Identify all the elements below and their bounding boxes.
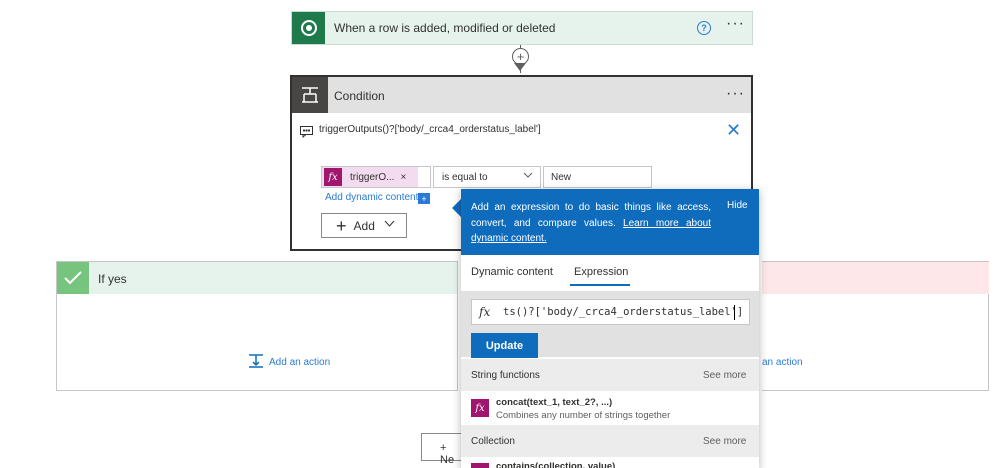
expression-input[interactable]: fx ts()?['body/_crca4_orderstatus_label'… <box>471 299 750 325</box>
if-yes-header[interactable]: If yes <box>57 262 457 294</box>
chevron-down-icon <box>522 169 534 184</box>
function-icon: fx <box>471 399 489 417</box>
trigger-more-icon[interactable]: ··· <box>726 16 745 32</box>
function-item[interactable]: fx concat(text_1, text_2?, ...) Combines… <box>461 391 759 425</box>
popup-pointer <box>452 199 461 217</box>
tab-expression[interactable]: Expression <box>574 266 628 278</box>
text-cursor <box>734 305 735 320</box>
function-icon <box>471 463 489 468</box>
condition-header[interactable]: Condition ··· <box>292 77 751 113</box>
help-circle-icon[interactable]: ? <box>697 21 711 35</box>
expression-input-value: ts()?['body/_crca4_orderstatus_label'] <box>503 306 744 318</box>
expression-editor-area: fx ts()?['body/_crca4_orderstatus_label'… <box>461 291 759 358</box>
hide-link[interactable]: Hide <box>727 200 748 211</box>
if-yes-branch: If yes Add an action <box>56 261 458 391</box>
checkmark-icon <box>57 262 89 294</box>
see-more-link[interactable]: See more <box>703 370 746 381</box>
operator-dropdown[interactable]: is equal to <box>433 166 541 188</box>
close-icon[interactable]: ✕ <box>726 121 741 139</box>
add-dynamic-content-icon[interactable]: + <box>418 193 430 204</box>
condition-icon <box>292 77 328 113</box>
section-title: Collection <box>471 436 515 447</box>
function-name[interactable]: contains(collection, value) <box>496 461 615 468</box>
if-yes-add-action-link[interactable]: Add an action <box>269 357 330 368</box>
right-operand-field[interactable]: New <box>543 166 652 188</box>
function-icon: fx <box>324 168 342 186</box>
function-icon: fx <box>479 305 491 319</box>
popup-info-banner: Add an expression to do basic things lik… <box>461 189 759 255</box>
new-step-button[interactable]: + Ne <box>421 433 463 466</box>
trigger-card[interactable]: When a row is added, modified or deleted… <box>291 11 753 45</box>
popup-info-text: Add an expression to do basic things lik… <box>471 202 711 244</box>
if-no-branch: an action <box>762 261 989 391</box>
tab-dynamic-content[interactable]: Dynamic content <box>471 266 553 278</box>
condition-more-icon[interactable]: ··· <box>726 86 745 102</box>
function-name: concat(text_1, text_2?, ...) <box>496 397 613 408</box>
add-button[interactable]: + Add <box>321 213 407 238</box>
condition-expression-label: triggerOutputs()?['body/_crca4_orderstat… <box>319 124 541 135</box>
comment-icon[interactable] <box>300 125 313 143</box>
plus-icon: + <box>336 215 347 236</box>
dataverse-icon <box>292 12 325 44</box>
see-more-link[interactable]: See more <box>703 436 746 447</box>
if-no-header[interactable] <box>762 262 989 294</box>
collection-section: Collection See more <box>461 425 759 457</box>
add-button-label: Add <box>353 218 375 233</box>
section-title: String functions <box>471 370 540 381</box>
token-label: triggerO... <box>350 171 395 183</box>
arrow-down-icon <box>514 63 526 71</box>
operator-value: is equal to <box>442 172 488 183</box>
expression-token[interactable]: fx triggerO... × <box>322 167 418 187</box>
function-description: Combines any number of strings together <box>496 410 671 421</box>
remove-token-icon[interactable]: × <box>400 172 406 183</box>
dynamic-content-popup: Add an expression to do basic things lik… <box>461 189 759 468</box>
string-functions-section: String functions See more <box>461 359 759 391</box>
active-tab-indicator <box>570 284 630 286</box>
add-action-icon[interactable] <box>248 353 264 374</box>
left-operand-field[interactable]: fx triggerO... × <box>321 166 431 188</box>
update-button[interactable]: Update <box>471 333 538 358</box>
chevron-down-icon <box>384 220 395 231</box>
condition-title: Condition <box>334 89 385 103</box>
add-dynamic-content-link[interactable]: Add dynamic content <box>325 192 418 203</box>
if-yes-title: If yes <box>98 272 127 286</box>
trigger-title: When a row is added, modified or deleted <box>334 21 556 35</box>
if-no-add-action-link[interactable]: an action <box>762 357 803 368</box>
